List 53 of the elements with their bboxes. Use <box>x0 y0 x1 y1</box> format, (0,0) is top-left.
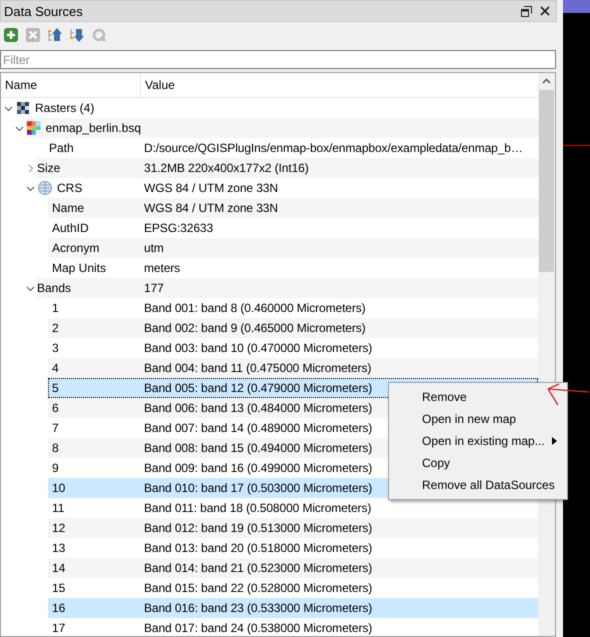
tree-item-value: WGS 84 / UTM zone 33N <box>143 181 278 195</box>
tree-item-name: Size <box>37 161 60 175</box>
tree-item-value: Band 010: band 17 (0.503000 Micrometers) <box>143 481 372 495</box>
tree-item-name: CRS <box>57 181 82 195</box>
tree-item-name: 6 <box>52 401 59 415</box>
tree-item-value: Band 013: band 20 (0.518000 Micrometers) <box>143 541 372 555</box>
tree-item-value: EPSG:32633 <box>143 221 214 235</box>
tree-item-name: enmap_berlin.bsq <box>46 121 141 135</box>
tree-item-value: utm <box>143 241 164 255</box>
tree-item-name: 1 <box>52 301 59 315</box>
tree-item-name: Rasters (4) <box>35 101 94 115</box>
tree-item-value: Band 003: band 10 (0.470000 Micrometers) <box>143 341 372 355</box>
tree-item-name: 12 <box>52 521 66 535</box>
tree-item-name: Name <box>52 201 84 215</box>
tree-item-name: Map Units <box>52 261 106 275</box>
tree-item-name: 13 <box>52 541 66 555</box>
tree-item-value: Band 006: band 13 (0.484000 Micrometers) <box>143 401 372 415</box>
tree-item-name: Bands <box>37 281 72 295</box>
tree-item-value: 177 <box>143 281 164 295</box>
tree-item-value: 31.2MB 220x400x177x2 (Int16) <box>143 161 309 175</box>
tree-item-value: Band 012: band 19 (0.513000 Micrometers) <box>143 521 372 535</box>
tree-item-value: Band 011: band 18 (0.508000 Micrometers) <box>143 501 372 515</box>
tree-item-value: WGS 84 / UTM zone 33N <box>143 201 278 215</box>
tree-item-value: Band 015: band 22 (0.528000 Micrometers) <box>143 581 372 595</box>
tree-item-name: 2 <box>52 321 59 335</box>
tree-item-value: Band 005: band 12 (0.479000 Micrometers) <box>143 381 372 395</box>
tree-item-value: Band 001: band 8 (0.460000 Micrometers) <box>143 301 366 315</box>
tree-item-value: Band 016: band 23 (0.533000 Micrometers) <box>143 601 372 615</box>
tree-item-value: Band 017: band 24 (0.538000 Micrometers) <box>143 621 372 635</box>
tree-item-name: 9 <box>52 461 59 475</box>
tree-item-name: 3 <box>52 341 59 355</box>
tree-item-name: 17 <box>52 621 66 635</box>
tree-item-name: AuthID <box>52 221 89 235</box>
tree-item-name: Path <box>49 141 74 155</box>
tree-item-value: meters <box>143 261 180 275</box>
tree-item-name: 10 <box>52 481 66 495</box>
tree-item-name: 5 <box>52 381 59 395</box>
tree-item-value: Band 004: band 11 (0.475000 Micrometers) <box>143 361 372 375</box>
tree-item-value: Band 008: band 15 (0.494000 Micrometers) <box>143 441 372 455</box>
tree-item-name: 11 <box>52 501 64 515</box>
tree-item-name: 15 <box>52 581 66 595</box>
tree-item-value: Band 002: band 9 (0.465000 Micrometers) <box>143 321 366 335</box>
tree-item-value: Band 009: band 16 (0.499000 Micrometers) <box>143 461 372 475</box>
tree-item-name: Acronym <box>52 241 100 255</box>
panel-title: Data Sources <box>4 4 84 18</box>
tree-item-value: Band 007: band 14 (0.489000 Micrometers) <box>143 421 372 435</box>
tree-item-name: 7 <box>52 421 59 435</box>
tree-item-name: 14 <box>52 561 66 575</box>
tree-item-value: Band 014: band 21 (0.523000 Micrometers) <box>143 561 372 575</box>
tree-item-value: D:/source/QGISPlugIns/enmap-box/enmapbox/exampledata/enmap_b… <box>143 141 523 155</box>
tree-item-name: 8 <box>52 441 59 455</box>
tree-item-name: 16 <box>52 601 66 615</box>
tree-item-name: 4 <box>52 361 59 375</box>
